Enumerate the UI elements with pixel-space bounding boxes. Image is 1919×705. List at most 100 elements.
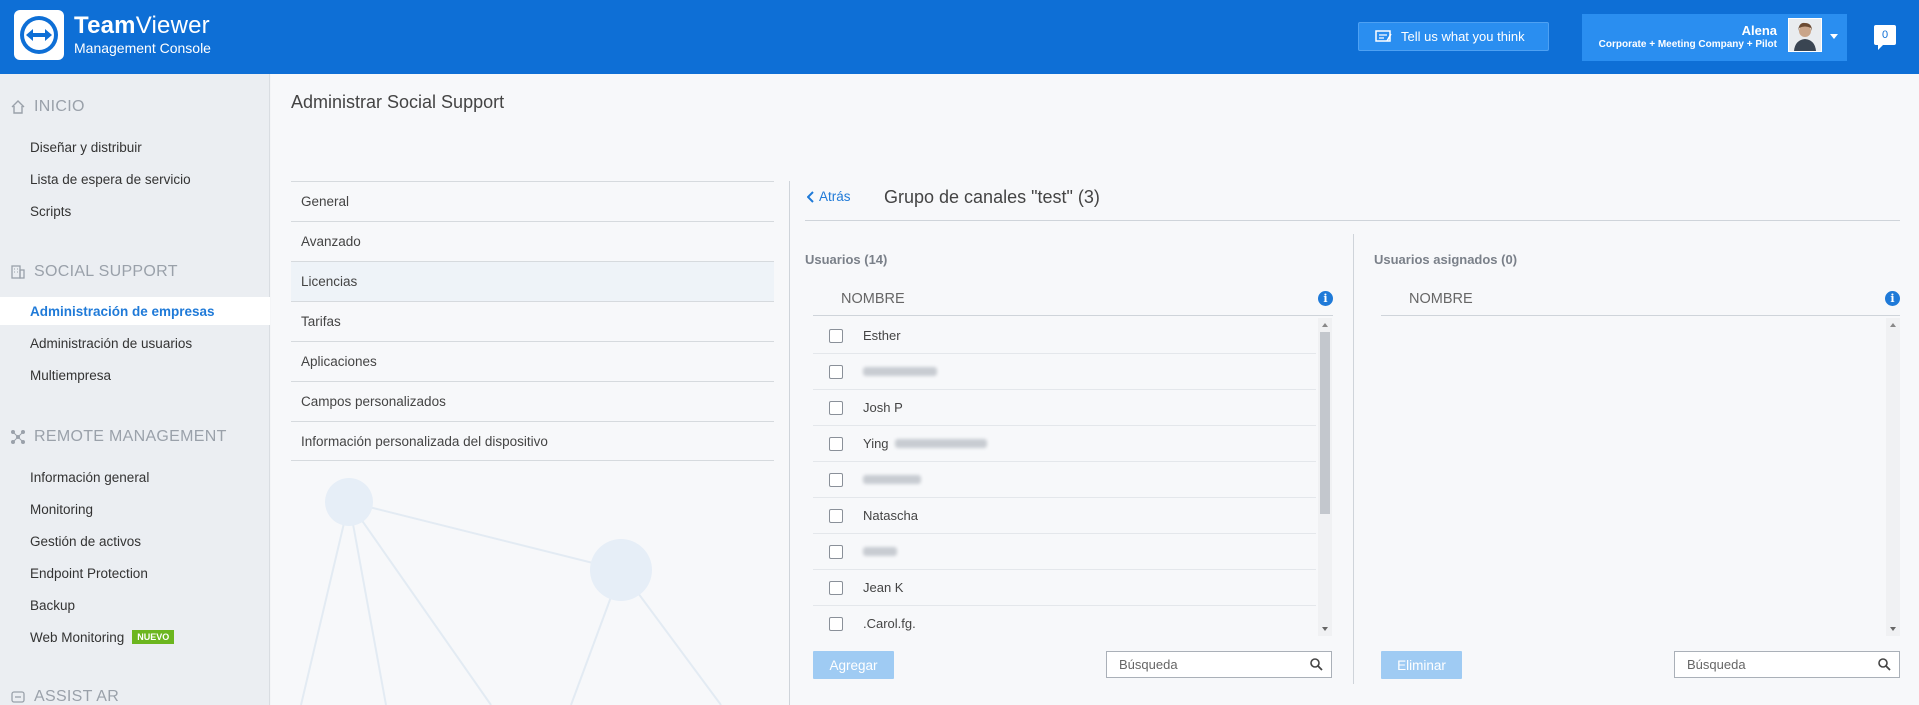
users-search-input[interactable]: Búsqueda bbox=[1106, 651, 1332, 678]
list-item[interactable] bbox=[813, 462, 1316, 498]
list-item[interactable]: Esther bbox=[813, 318, 1316, 354]
row-checkbox[interactable] bbox=[829, 616, 843, 631]
row-checkbox[interactable] bbox=[829, 472, 843, 487]
list-item[interactable]: Josh P bbox=[813, 390, 1316, 426]
top-bar: TeamViewer Management Console Tell us wh… bbox=[0, 0, 1919, 74]
info-icon[interactable]: i bbox=[1318, 291, 1333, 306]
sidebar-item-label: Web Monitoring bbox=[30, 629, 125, 645]
row-name: Josh P bbox=[863, 400, 903, 415]
feedback-label: Tell us what you think bbox=[1401, 29, 1525, 44]
list-item[interactable] bbox=[813, 354, 1316, 390]
row-checkbox[interactable] bbox=[829, 508, 843, 523]
menu-item-campos-personalizados[interactable]: Campos personalizados bbox=[291, 381, 774, 421]
sidebar-item-lista-espera[interactable]: Lista de espera de servicio bbox=[0, 165, 270, 193]
sidebar-item-scripts[interactable]: Scripts bbox=[0, 197, 270, 225]
menu-item-tarifas[interactable]: Tarifas bbox=[291, 301, 774, 341]
users-label: Usuarios (14) bbox=[805, 252, 888, 267]
back-link[interactable]: Atrás bbox=[807, 189, 851, 204]
sidebar-item-administracion-empresas[interactable]: Administración de empresas bbox=[0, 297, 270, 325]
feedback-icon bbox=[1375, 29, 1392, 42]
user-name: Alena bbox=[1741, 23, 1777, 38]
feedback-button[interactable]: Tell us what you think bbox=[1358, 22, 1549, 51]
users-scrollbar[interactable] bbox=[1318, 318, 1332, 636]
row-checkbox[interactable] bbox=[829, 544, 843, 559]
brand: TeamViewer Management Console bbox=[74, 13, 211, 57]
add-button[interactable]: Agregar bbox=[813, 651, 894, 679]
sidebar-item-monitoring[interactable]: Monitoring bbox=[0, 495, 270, 523]
section-social-support[interactable]: SOCIAL SUPPORT bbox=[10, 263, 178, 281]
row-checkbox[interactable] bbox=[829, 400, 843, 415]
redacted-name bbox=[894, 439, 987, 448]
network-icon bbox=[11, 430, 25, 444]
sidebar-item-informacion-general[interactable]: Información general bbox=[0, 463, 270, 491]
section-title: ASSIST AR bbox=[34, 688, 120, 705]
brand-name: TeamViewer bbox=[74, 13, 211, 39]
row-name: Jean K bbox=[863, 580, 904, 595]
row-name: Esther bbox=[863, 328, 901, 343]
sidebar-item-endpoint-protection[interactable]: Endpoint Protection bbox=[0, 559, 270, 587]
ar-icon bbox=[11, 691, 25, 703]
search-icon[interactable] bbox=[1310, 658, 1323, 671]
list-item[interactable] bbox=[813, 534, 1316, 570]
column-divider bbox=[1353, 234, 1354, 684]
search-placeholder: Búsqueda bbox=[1119, 657, 1178, 672]
sidebar-item-backup[interactable]: Backup bbox=[0, 591, 270, 619]
menu-item-informacion-dispositivo[interactable]: Información personalizada del dispositiv… bbox=[291, 421, 774, 461]
search-placeholder: Búsqueda bbox=[1687, 657, 1746, 672]
teamviewer-logo-icon[interactable] bbox=[14, 10, 64, 60]
brand-bold: Team bbox=[74, 12, 136, 39]
user-menu[interactable]: Alena Corporate + Meeting Company + Pilo… bbox=[1582, 14, 1847, 61]
section-assist-ar[interactable]: ASSIST AR bbox=[10, 688, 119, 705]
notification-badge[interactable]: 0 bbox=[1874, 25, 1896, 50]
assigned-column-header[interactable]: NOMBRE i bbox=[1381, 282, 1900, 316]
page-title: Administrar Social Support bbox=[291, 92, 505, 112]
users-list: Esther Josh P Ying Natascha Jean K .Caro… bbox=[813, 318, 1316, 636]
network-decoration bbox=[300, 478, 722, 705]
building-icon bbox=[11, 265, 25, 279]
section-remote-management[interactable]: REMOTE MANAGEMENT bbox=[10, 428, 227, 446]
sidebar-item-administracion-usuarios[interactable]: Administración de usuarios bbox=[0, 329, 270, 357]
chevron-down-icon bbox=[1830, 34, 1838, 39]
row-checkbox[interactable] bbox=[829, 580, 843, 595]
section-title: SOCIAL SUPPORT bbox=[34, 263, 178, 280]
sidebar-item-disenar[interactable]: Diseñar y distribuir bbox=[0, 133, 270, 161]
list-item[interactable]: .Carol.fg. bbox=[813, 606, 1316, 636]
sidebar: INICIO Diseñar y distribuir Lista de esp… bbox=[0, 74, 270, 705]
sidebar-item-web-monitoring[interactable]: Web Monitoring NUEVO bbox=[0, 623, 270, 651]
home-icon bbox=[11, 100, 25, 114]
column-name: NOMBRE bbox=[1409, 290, 1473, 307]
sidebar-item-gestion-activos[interactable]: Gestión de activos bbox=[0, 527, 270, 555]
assigned-users-list bbox=[1381, 318, 1883, 636]
menu-item-general[interactable]: General bbox=[291, 181, 774, 221]
sidebar-item-multiempresa[interactable]: Multiempresa bbox=[0, 361, 270, 389]
row-checkbox[interactable] bbox=[829, 328, 843, 343]
scroll-up-icon[interactable] bbox=[1322, 323, 1328, 327]
list-item[interactable]: Natascha bbox=[813, 498, 1316, 534]
info-icon[interactable]: i bbox=[1885, 291, 1900, 306]
menu-item-avanzado[interactable]: Avanzado bbox=[291, 221, 774, 261]
vertical-divider bbox=[789, 181, 790, 705]
column-name: NOMBRE bbox=[841, 290, 905, 307]
brand-subtitle: Management Console bbox=[74, 40, 211, 56]
section-inicio[interactable]: INICIO bbox=[10, 98, 85, 116]
remove-button[interactable]: Eliminar bbox=[1381, 651, 1462, 679]
scroll-down-icon[interactable] bbox=[1890, 627, 1896, 631]
avatar bbox=[1788, 18, 1822, 52]
row-name: .Carol.fg. bbox=[863, 616, 916, 631]
search-icon[interactable] bbox=[1878, 658, 1891, 671]
menu-item-aplicaciones[interactable]: Aplicaciones bbox=[291, 341, 774, 381]
assigned-search-input[interactable]: Búsqueda bbox=[1674, 651, 1900, 678]
scroll-up-icon[interactable] bbox=[1890, 323, 1896, 327]
back-label: Atrás bbox=[819, 189, 851, 204]
list-item[interactable]: Ying bbox=[813, 426, 1316, 462]
row-checkbox[interactable] bbox=[829, 436, 843, 451]
users-column-header[interactable]: NOMBRE i bbox=[813, 282, 1333, 316]
user-company: Corporate + Meeting Company + Pilot bbox=[1598, 39, 1777, 50]
scroll-down-icon[interactable] bbox=[1322, 627, 1328, 631]
assigned-scrollbar[interactable] bbox=[1886, 318, 1900, 636]
row-checkbox[interactable] bbox=[829, 364, 843, 379]
menu-item-licencias[interactable]: Licencias bbox=[291, 261, 774, 301]
assigned-users-label: Usuarios asignados (0) bbox=[1374, 252, 1518, 267]
scroll-thumb[interactable] bbox=[1320, 332, 1330, 514]
list-item[interactable]: Jean K bbox=[813, 570, 1316, 606]
